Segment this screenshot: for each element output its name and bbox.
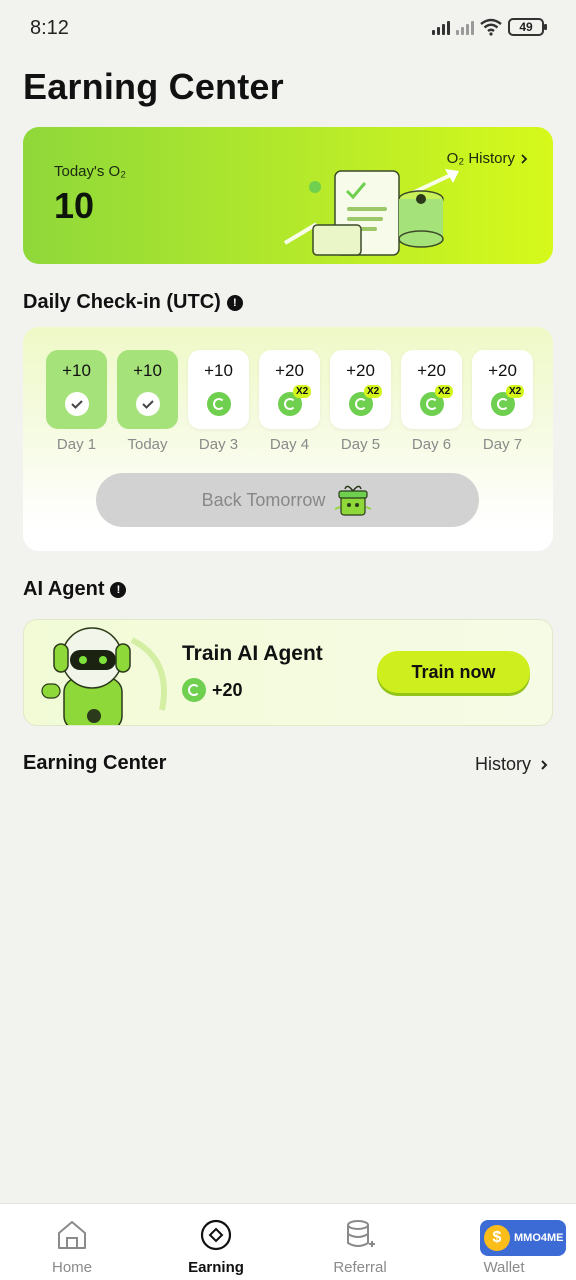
check-icon: [65, 392, 89, 416]
today-o2-value: 10: [54, 185, 95, 226]
info-icon[interactable]: !: [110, 581, 127, 598]
home-icon: [58, 1221, 86, 1249]
day-amount: +10: [204, 361, 233, 380]
chevron-right-icon: [541, 759, 548, 770]
nav-home[interactable]: Home: [0, 1204, 144, 1280]
checkin-day-6: +20 X2 Day 6: [401, 350, 462, 453]
x2-badge: X2: [364, 385, 383, 398]
o2-coin-icon: [182, 678, 206, 702]
day-tile: +10: [46, 350, 107, 429]
o2-coin-icon: [207, 392, 231, 416]
checkin-days: +10 Day 1 +10 Today +10 Day 3 +20 X2 Day…: [46, 350, 533, 453]
agent-card-title: Train AI Agent: [182, 642, 323, 665]
day-amount: +20: [275, 361, 304, 380]
earning-icon: [200, 1219, 232, 1251]
day-tile: +10: [117, 350, 178, 429]
watermark-logo: $ MMO4ME: [480, 1220, 566, 1256]
earning-illustration: [283, 169, 459, 256]
x2-badge: X2: [435, 385, 454, 398]
daily-checkin-card: +10 Day 1 +10 Today +10 Day 3 +20 X2 Day…: [23, 327, 553, 551]
day-tile: +20 X2: [259, 350, 320, 429]
nav-referral-label: Referral: [333, 1259, 387, 1276]
gift-icon: [334, 485, 372, 516]
o2-summary-card: Today's O₂ 10 O₂ History: [23, 127, 553, 264]
history-label: History: [474, 754, 531, 774]
nav-earning-label: Earning: [188, 1259, 244, 1276]
dollar-icon: $: [484, 1225, 510, 1251]
day-amount: +10: [133, 361, 162, 380]
today-o2-label: Today's O₂: [54, 163, 127, 180]
checkin-day-7: +20 X2 Day 7: [472, 350, 533, 453]
checkin-day-3: +10 Day 3: [188, 350, 249, 453]
checkin-day-4: +20 X2 Day 4: [259, 350, 320, 453]
agent-reward: +20: [182, 678, 243, 702]
checkin-day-today: +10 Today: [117, 350, 178, 453]
ai-agent-title: AI Agent !: [23, 578, 127, 601]
status-icons: 49: [432, 18, 547, 36]
day-label: Day 7: [482, 436, 523, 453]
battery-icon: 49: [508, 18, 547, 36]
checkin-day-5: +20 X2 Day 5: [330, 350, 391, 453]
checkin-day-1: +10 Day 1: [46, 350, 107, 453]
day-amount: +20: [488, 361, 517, 380]
day-label: Day 4: [269, 436, 310, 453]
x2-badge: X2: [506, 385, 525, 398]
agent-reward-value: +20: [212, 679, 243, 700]
day-tile: +20 X2: [401, 350, 462, 429]
chevron-right-icon: [521, 153, 528, 164]
check-icon: [136, 392, 160, 416]
day-tile: +20 X2: [472, 350, 533, 429]
daily-checkin-title: Daily Check-in (UTC) !: [23, 291, 243, 314]
back-tomorrow-button[interactable]: Back Tomorrow: [96, 473, 479, 527]
status-bar: 8:12 49: [0, 0, 576, 56]
x2-badge: X2: [293, 385, 312, 398]
back-tomorrow-label: Back Tomorrow: [201, 489, 326, 510]
status-time: 8:12: [30, 17, 69, 39]
day-tile: +10: [188, 350, 249, 429]
robot-illustration: [41, 627, 167, 725]
day-amount: +10: [62, 361, 91, 380]
nav-home-label: Home: [51, 1259, 92, 1276]
day-label: Day 3: [198, 436, 239, 453]
day-amount: +20: [346, 361, 375, 380]
earning-center-section-title: Earning Center: [23, 752, 167, 774]
nav-earning[interactable]: Earning: [144, 1204, 288, 1280]
ai-agent-card: Train AI Agent +20 Train now: [23, 619, 553, 726]
day-amount: +20: [417, 361, 446, 380]
ai-agent-title-text: AI Agent: [23, 578, 105, 600]
day-label: Day 1: [56, 436, 97, 453]
info-icon[interactable]: !: [226, 294, 243, 311]
history-link[interactable]: History: [475, 754, 549, 775]
referral-icon: [347, 1220, 375, 1247]
watermark-text: MMO4ME: [514, 1232, 564, 1244]
signal-secondary-icon: [456, 19, 474, 35]
page-title: Earning Center: [23, 66, 284, 107]
nav-wallet-label: Wallet: [483, 1259, 525, 1276]
day-label: Day 6: [411, 436, 452, 453]
train-now-button[interactable]: Train now: [377, 651, 530, 693]
nav-referral[interactable]: Referral: [288, 1204, 432, 1280]
day-label: Day 5: [340, 436, 381, 453]
day-label: Today: [127, 436, 168, 453]
daily-checkin-title-text: Daily Check-in (UTC): [23, 291, 221, 313]
wifi-icon: [480, 18, 502, 36]
day-tile: +20 X2: [330, 350, 391, 429]
signal-icon: [432, 19, 450, 35]
